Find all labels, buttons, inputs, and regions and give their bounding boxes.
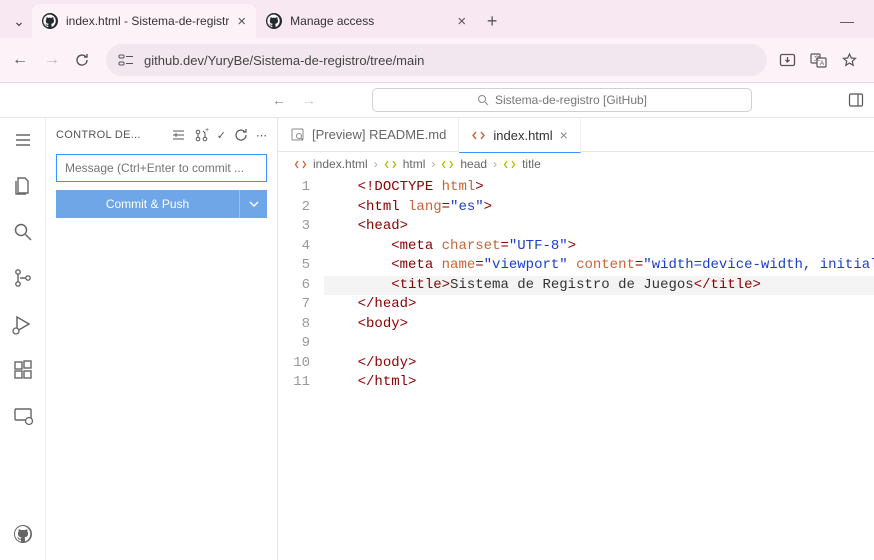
tab-title: index.html - Sistema-de-registr bbox=[66, 14, 229, 28]
symbol-icon bbox=[384, 158, 397, 171]
chevron-right-icon: › bbox=[374, 157, 378, 171]
url-bar[interactable]: github.dev/YuryBe/Sistema-de-registro/tr… bbox=[106, 44, 767, 76]
commit-button-row: Commit & Push bbox=[56, 190, 267, 218]
commit-split-button[interactable] bbox=[239, 190, 267, 218]
site-controls-icon[interactable] bbox=[118, 53, 134, 67]
run-debug-icon[interactable] bbox=[11, 312, 35, 336]
browser-chrome: ⌄ index.html - Sistema-de-registr×Manage… bbox=[0, 0, 874, 83]
search-icon bbox=[477, 94, 489, 106]
chevron-right-icon: › bbox=[431, 157, 435, 171]
activity-bar bbox=[0, 118, 46, 560]
explorer-icon[interactable] bbox=[11, 174, 35, 198]
more-icon[interactable]: ⋯ bbox=[256, 129, 267, 142]
new-tab-button[interactable]: + bbox=[478, 11, 506, 32]
window-controls: — bbox=[840, 13, 866, 29]
create-pr-icon[interactable]: + bbox=[194, 128, 209, 143]
preview-icon bbox=[290, 127, 305, 142]
editor-area: [Preview] README.md index.html × index.htm… bbox=[278, 118, 874, 560]
breadcrumb[interactable]: index.html › html › head › title bbox=[278, 152, 874, 176]
chevron-right-icon: › bbox=[493, 157, 497, 171]
editor-tab-label: [Preview] README.md bbox=[312, 127, 446, 142]
source-control-sidebar: CONTROL DE... + ✓ ⋯ Commit & Push bbox=[46, 118, 278, 560]
code-line[interactable]: </html> bbox=[324, 373, 874, 393]
code-line[interactable] bbox=[324, 334, 874, 354]
editor-tab[interactable]: index.html × bbox=[459, 119, 580, 153]
vscode-command-bar: ← → Sistema-de-registro [GitHub] bbox=[0, 83, 874, 118]
vscode-forward-button[interactable]: → bbox=[298, 92, 320, 108]
code-icon bbox=[471, 128, 486, 143]
sidebar-title: CONTROL DE... bbox=[56, 129, 163, 141]
editor-tabs: [Preview] README.md index.html × bbox=[278, 118, 874, 152]
menu-icon[interactable] bbox=[11, 128, 35, 152]
close-icon[interactable]: × bbox=[237, 13, 246, 30]
commit-icon[interactable]: ✓ bbox=[217, 129, 226, 142]
browser-tab[interactable]: index.html - Sistema-de-registr × bbox=[32, 4, 256, 38]
vscode-body: CONTROL DE... + ✓ ⋯ Commit & Push [Previ… bbox=[0, 118, 874, 560]
commit-message-input[interactable] bbox=[56, 154, 267, 182]
line-gutter: 1234567891011 bbox=[278, 176, 324, 393]
search-icon[interactable] bbox=[11, 220, 35, 244]
code-line[interactable]: </head> bbox=[324, 295, 874, 315]
code-area[interactable]: 1234567891011 <!DOCTYPE html> <html lang… bbox=[278, 176, 874, 393]
code-lines[interactable]: <!DOCTYPE html> <html lang="es"> <head> … bbox=[324, 176, 874, 393]
code-line[interactable]: </body> bbox=[324, 354, 874, 374]
svg-text:+: + bbox=[205, 128, 209, 134]
remote-icon[interactable] bbox=[11, 404, 35, 428]
breadcrumb-item[interactable]: html bbox=[403, 157, 426, 171]
breadcrumb-item[interactable]: head bbox=[460, 157, 487, 171]
bookmark-icon[interactable] bbox=[841, 52, 858, 69]
vscode-search-bar[interactable]: Sistema-de-registro [GitHub] bbox=[372, 88, 752, 112]
code-line[interactable]: <body> bbox=[324, 315, 874, 335]
view-tree-icon[interactable] bbox=[171, 128, 186, 143]
code-line[interactable]: <head> bbox=[324, 217, 874, 237]
breadcrumb-item[interactable]: title bbox=[522, 157, 541, 171]
github-icon[interactable] bbox=[11, 522, 35, 546]
window-minimize-icon[interactable]: — bbox=[840, 13, 854, 29]
install-app-icon[interactable] bbox=[779, 52, 796, 69]
reload-button[interactable] bbox=[74, 52, 94, 68]
browser-tab[interactable]: Manage access × bbox=[256, 4, 476, 38]
editor-tab[interactable]: [Preview] README.md bbox=[278, 118, 459, 152]
tab-title: Manage access bbox=[290, 14, 449, 28]
browser-tab-row: ⌄ index.html - Sistema-de-registr×Manage… bbox=[0, 0, 874, 38]
commit-message-field[interactable] bbox=[56, 154, 267, 182]
vscode-back-button[interactable]: ← bbox=[268, 92, 290, 108]
github-icon bbox=[42, 13, 58, 29]
file-icon bbox=[294, 158, 307, 171]
close-icon[interactable]: × bbox=[457, 13, 466, 30]
browser-nav-row: ← → github.dev/YuryBe/Sistema-de-registr… bbox=[0, 38, 874, 82]
svg-text:A: A bbox=[820, 61, 824, 67]
close-icon[interactable]: × bbox=[560, 127, 568, 143]
chevron-down-icon[interactable]: ⌄ bbox=[8, 13, 30, 30]
url-text: github.dev/YuryBe/Sistema-de-registro/tr… bbox=[144, 53, 424, 68]
code-line[interactable]: <meta name="viewport" content="width=dev… bbox=[324, 256, 874, 276]
symbol-icon bbox=[503, 158, 516, 171]
back-button[interactable]: ← bbox=[10, 51, 30, 69]
vscode-search-text: Sistema-de-registro [GitHub] bbox=[495, 93, 647, 107]
url-actions: 文A bbox=[779, 52, 864, 69]
sidebar-header: CONTROL DE... + ✓ ⋯ bbox=[46, 118, 277, 152]
editor-tab-label: index.html bbox=[493, 128, 552, 143]
code-line[interactable]: <title>Sistema de Registro de Juegos</ti… bbox=[324, 276, 874, 296]
code-line[interactable]: <html lang="es"> bbox=[324, 198, 874, 218]
github-icon bbox=[266, 13, 282, 29]
code-line[interactable]: <!DOCTYPE html> bbox=[324, 178, 874, 198]
code-line[interactable]: <meta charset="UTF-8"> bbox=[324, 237, 874, 257]
source-control-icon[interactable] bbox=[11, 266, 35, 290]
symbol-icon bbox=[441, 158, 454, 171]
breadcrumb-item[interactable]: index.html bbox=[313, 157, 368, 171]
commit-push-button[interactable]: Commit & Push bbox=[56, 190, 239, 218]
forward-button[interactable]: → bbox=[42, 51, 62, 69]
layout-icon[interactable] bbox=[848, 92, 864, 108]
translate-icon[interactable]: 文A bbox=[810, 52, 827, 69]
extensions-icon[interactable] bbox=[11, 358, 35, 382]
refresh-icon[interactable] bbox=[234, 128, 248, 142]
